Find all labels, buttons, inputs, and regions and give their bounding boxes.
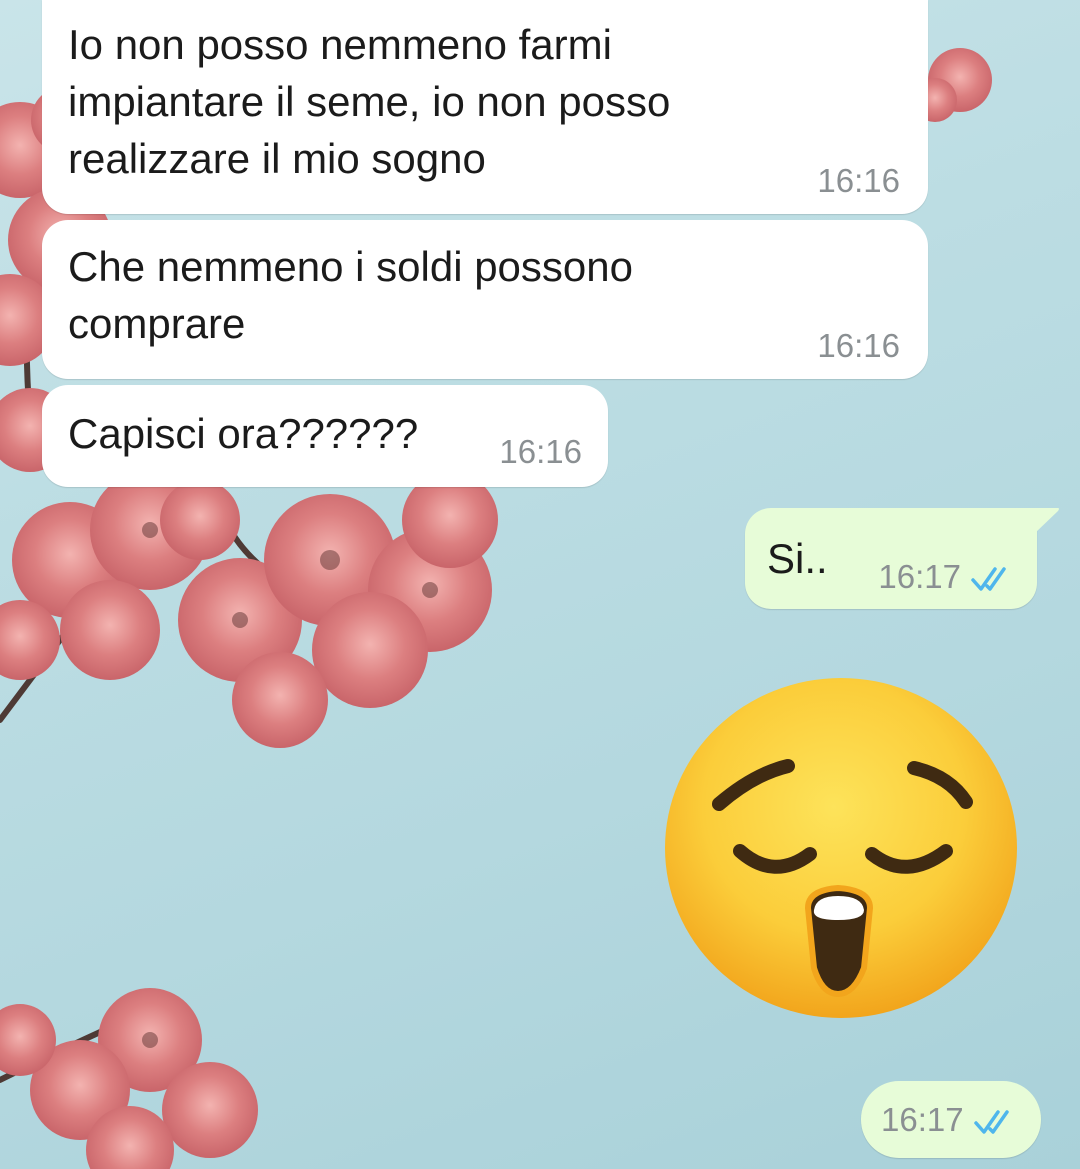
message-timestamp: 16:16 (817, 162, 900, 199)
message-timestamp: 16:16 (499, 433, 582, 470)
message-timestamp: 16:17 (881, 1101, 1018, 1139)
message-timestamp: 16:17 (878, 558, 1015, 596)
message-bubble-incoming[interactable]: Che nemmeno i soldi possono comprare 16:… (42, 220, 928, 379)
message-time: 16:17 (878, 558, 961, 595)
double-check-read-icon (971, 567, 1006, 592)
message-time: 16:17 (881, 1101, 964, 1138)
message-text: Si.. (767, 535, 828, 582)
double-check-read-icon (973, 1110, 1009, 1135)
blossom-cluster-middle (0, 470, 498, 748)
message-timestamp: 16:16 (817, 327, 900, 364)
bubble-tail (1034, 508, 1059, 534)
sleepy-face-emoji-message[interactable] (664, 676, 1020, 1020)
message-text: Io non posso nemmeno farmi impiantare il… (68, 21, 671, 182)
message-text: Che nemmeno i soldi possono comprare (68, 243, 633, 347)
message-bubble-incoming[interactable]: Io non posso nemmeno farmi impiantare il… (42, 0, 928, 214)
blossom-cluster-bottom (0, 988, 258, 1169)
message-bubble-incoming[interactable]: Capisci ora?????? 16:16 (42, 385, 608, 487)
message-timestamp-bubble: 16:17 (861, 1081, 1041, 1158)
message-bubble-outgoing[interactable]: Si.. 16:17 (745, 508, 1037, 609)
message-text: Capisci ora?????? (68, 410, 419, 457)
sleepy-face-emoji (665, 678, 1017, 1018)
